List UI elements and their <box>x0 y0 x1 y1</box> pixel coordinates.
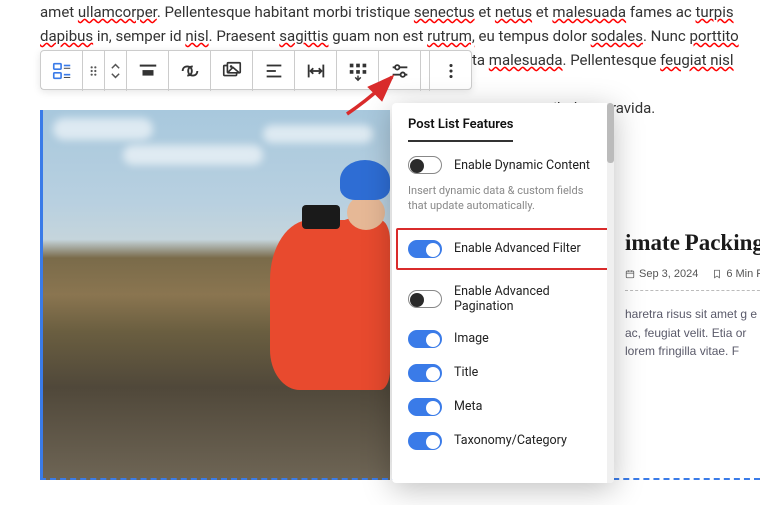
width-button[interactable] <box>295 51 337 91</box>
more-options-button[interactable] <box>429 51 471 91</box>
label-taxonomy: Taxonomy/Category <box>454 433 567 448</box>
label-advanced-filter: Enable Advanced Filter <box>454 241 581 256</box>
toggle-image[interactable] <box>408 330 442 348</box>
adjacent-post-card: imate Packing Sep 3, 2024 6 Min R haretr… <box>625 230 760 361</box>
columns-button[interactable] <box>337 51 379 91</box>
link-loop-button[interactable] <box>169 51 211 91</box>
highlighted-option: Enable Advanced Filter <box>396 228 610 270</box>
label-title: Title <box>454 365 478 380</box>
popover-scrollbar[interactable] <box>607 103 614 483</box>
move-handle[interactable] <box>83 51 105 91</box>
block-toolbar <box>40 50 472 90</box>
popover-title: Post List Features <box>408 117 513 142</box>
toggle-taxonomy[interactable] <box>408 432 442 450</box>
align-button[interactable] <box>127 51 169 91</box>
post-readtime: 6 Min R <box>712 268 760 280</box>
post-excerpt: haretra risus sit amet g e ac, feugiat v… <box>625 305 760 361</box>
move-updown-button[interactable] <box>105 51 127 91</box>
post-meta: Sep 3, 2024 6 Min R <box>625 268 760 291</box>
label-meta: Meta <box>454 399 482 414</box>
block-type-button[interactable] <box>41 51 83 91</box>
image-button[interactable] <box>211 51 253 91</box>
post-date: Sep 3, 2024 <box>625 268 698 280</box>
bookmark-icon <box>712 269 722 279</box>
label-advanced-pagination: Enable Advanced Pagination <box>454 284 598 314</box>
toggle-advanced-filter[interactable] <box>408 240 442 258</box>
hint-dynamic-content: Insert dynamic data & custom fields that… <box>408 184 598 214</box>
text-align-button[interactable] <box>253 51 295 91</box>
post-title[interactable]: imate Packing <box>625 230 760 256</box>
label-dynamic-content: Enable Dynamic Content <box>454 158 590 173</box>
toggle-title[interactable] <box>408 364 442 382</box>
toggle-dynamic-content[interactable] <box>408 156 442 174</box>
post-list-features-popover: Post List Features Enable Dynamic Conten… <box>392 103 614 483</box>
toggle-advanced-pagination[interactable] <box>408 290 442 308</box>
calendar-icon <box>625 269 635 279</box>
toggle-meta[interactable] <box>408 398 442 416</box>
settings-sliders-button[interactable] <box>379 51 421 91</box>
label-image: Image <box>454 331 489 346</box>
featured-image[interactable] <box>40 110 390 480</box>
